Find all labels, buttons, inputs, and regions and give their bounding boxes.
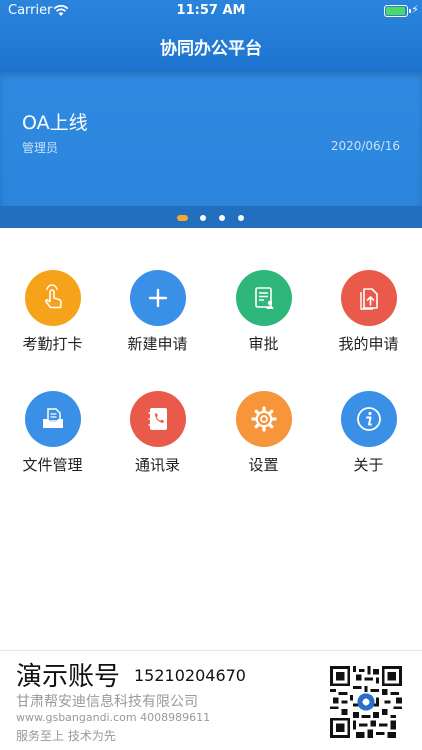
file-management-icon-circle xyxy=(24,391,81,447)
charging-icon: ⚡ xyxy=(411,3,419,16)
banner-title: OA上线 xyxy=(22,112,88,134)
top-bar: Carrier 11:57 AM ⚡ 协同办公平台 xyxy=(0,0,422,72)
about-label: 关于 xyxy=(353,456,384,474)
about-icon-circle xyxy=(340,391,397,447)
gear-icon xyxy=(250,406,277,432)
news-banner[interactable]: OA上线 管理员 2020/06/16 xyxy=(0,72,422,228)
approval-label: 审批 xyxy=(248,335,279,353)
status-time: 11:57 AM xyxy=(176,3,246,18)
settings-label: 设置 xyxy=(248,456,279,474)
website-and-hotline: www.gsbangandi.com 4008989611 xyxy=(16,711,211,724)
banner-date: 2020/06/16 xyxy=(330,139,400,153)
hand-tap-icon xyxy=(44,284,62,309)
pager-dot-2[interactable] xyxy=(200,215,206,221)
my-requests-label: 我的申请 xyxy=(338,335,399,353)
document-upload-icon xyxy=(359,288,378,310)
file-management-label: 文件管理 xyxy=(22,456,83,474)
file-tray-icon xyxy=(42,408,63,428)
document-approve-icon xyxy=(254,287,273,309)
page-title: 协同办公平台 xyxy=(160,39,262,59)
file-management-button[interactable]: 文件管理 xyxy=(0,391,105,475)
pager-dot-3[interactable] xyxy=(219,215,225,221)
approval-icon-circle xyxy=(235,270,292,326)
contacts-button[interactable]: 通讯录 xyxy=(105,391,210,475)
settings-button[interactable]: 设置 xyxy=(211,391,316,475)
pager-dot-1[interactable] xyxy=(177,215,188,221)
banner-pager xyxy=(0,206,422,228)
company-slogan: 服务至上 技术为先 xyxy=(16,729,116,743)
my-requests-button[interactable]: 我的申请 xyxy=(316,270,421,354)
status-bar: Carrier 11:57 AM ⚡ xyxy=(0,0,422,22)
contacts-icon-circle xyxy=(129,391,186,447)
phone-book-icon xyxy=(148,408,167,430)
attendance-label: 考勤打卡 xyxy=(22,335,83,353)
about-button[interactable]: 关于 xyxy=(316,391,421,475)
contacts-label: 通讯录 xyxy=(134,456,180,474)
attendance-icon-circle xyxy=(24,270,81,326)
new-request-label: 新建申请 xyxy=(127,335,188,353)
battery-icon xyxy=(384,5,411,17)
new-request-icon-circle xyxy=(129,270,186,326)
info-icon xyxy=(356,407,381,431)
approval-button[interactable]: 审批 xyxy=(211,270,316,354)
footer: 演示账号 15210204670 甘肃帮安迪信息科技有限公司 www.gsban… xyxy=(0,650,422,750)
plus-icon xyxy=(148,288,167,308)
new-request-button[interactable]: 新建申请 xyxy=(105,270,210,354)
demo-account-title: 演示账号 xyxy=(16,662,121,692)
settings-icon-circle xyxy=(235,391,292,447)
my-requests-icon-circle xyxy=(340,270,397,326)
demo-account-phone: 15210204670 xyxy=(134,666,246,685)
company-name: 甘肃帮安迪信息科技有限公司 xyxy=(16,694,198,710)
function-grid: 考勤打卡 新建申请 审批 我的申请 文件管理 通讯录 设置 关于 xyxy=(0,228,422,508)
pager-dot-4[interactable] xyxy=(238,215,244,221)
attendance-button[interactable]: 考勤打卡 xyxy=(0,270,105,354)
banner-author: 管理员 xyxy=(22,141,59,155)
qr-code-image xyxy=(330,666,402,738)
